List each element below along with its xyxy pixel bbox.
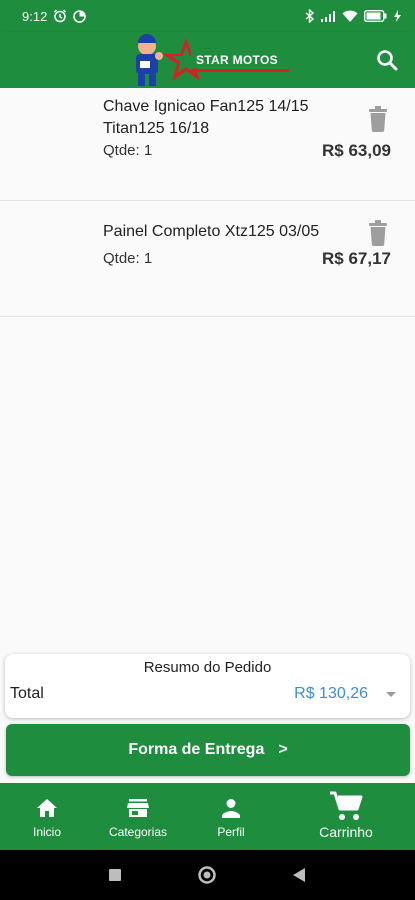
nav-label: Carrinho: [319, 824, 373, 840]
summary-title: Resumo do Pedido: [143, 659, 272, 676]
nav-label: Inicio: [32, 825, 61, 839]
charging-icon: [394, 10, 401, 22]
cart-item: Chave Ignicao Fan125 14/15 Titan125 16/1…: [0, 88, 415, 201]
cart-icon: [330, 791, 363, 820]
delete-item-button[interactable]: [367, 106, 389, 132]
cart-list[interactable]: Chave Ignicao Fan125 14/15 Titan125 16/1…: [0, 88, 415, 640]
total-label: Total: [10, 685, 44, 702]
recents-button[interactable]: [106, 866, 124, 884]
circle-icon: [198, 866, 216, 884]
nav-label: Perfil: [217, 825, 245, 839]
nav-item-perfil[interactable]: Perfil: [208, 783, 254, 850]
item-price: R$ 63,09: [322, 141, 391, 160]
nav-item-categorias[interactable]: Categorias: [104, 783, 172, 850]
nav-item-inicio[interactable]: Inicio: [24, 783, 70, 850]
cart-item: Painel Completo Xtz125 03/05 Qtde: 1 R$ …: [0, 201, 415, 317]
signal-icon: [320, 10, 336, 22]
item-name: Painel Completo Xtz125 03/05: [103, 223, 320, 240]
status-time: 9:12: [22, 8, 48, 24]
delivery-button-label: Forma de Entrega: [128, 741, 265, 758]
search-icon: [377, 50, 398, 71]
store-icon: [127, 799, 149, 817]
alarm-icon: [53, 9, 67, 23]
square-icon: [109, 869, 121, 881]
back-button[interactable]: [290, 866, 308, 884]
logo-text: STAR MOTOS: [196, 53, 278, 67]
search-button[interactable]: [373, 46, 401, 74]
bottom-navigation: Inicio Categorias Perfil Carrinho: [0, 783, 415, 850]
item-price: R$ 67,17: [322, 249, 391, 268]
nav-label: Categorias: [108, 825, 168, 839]
order-summary-card: Resumo do Pedido Total R$ 130,26: [5, 654, 410, 718]
chevron-right-icon: >: [278, 741, 288, 758]
chevron-down-icon[interactable]: [386, 692, 396, 697]
battery-icon: [364, 10, 388, 22]
data-saver-icon: [73, 9, 87, 23]
system-navigation-bar: [0, 850, 415, 900]
app-bar: STAR MOTOS: [0, 32, 415, 88]
nav-item-carrinho[interactable]: Carrinho: [314, 783, 378, 850]
item-quantity: Qtde: 1: [103, 250, 153, 267]
home-system-button[interactable]: [198, 866, 216, 884]
item-name: Chave Ignicao Fan125 14/15 Titan125 16/1…: [103, 98, 309, 137]
store-logo[interactable]: STAR MOTOS: [128, 34, 292, 88]
bluetooth-icon: [305, 9, 314, 23]
wifi-icon: [342, 10, 358, 22]
home-icon: [37, 799, 57, 817]
delete-item-button[interactable]: [367, 220, 389, 246]
total-value[interactable]: R$ 130,26: [294, 685, 368, 703]
status-bar: 9:12: [0, 0, 415, 32]
item-quantity: Qtde: 1: [103, 142, 153, 159]
back-triangle-icon: [293, 868, 305, 882]
delivery-method-button[interactable]: Forma de Entrega >: [6, 724, 410, 776]
person-icon: [222, 799, 240, 818]
